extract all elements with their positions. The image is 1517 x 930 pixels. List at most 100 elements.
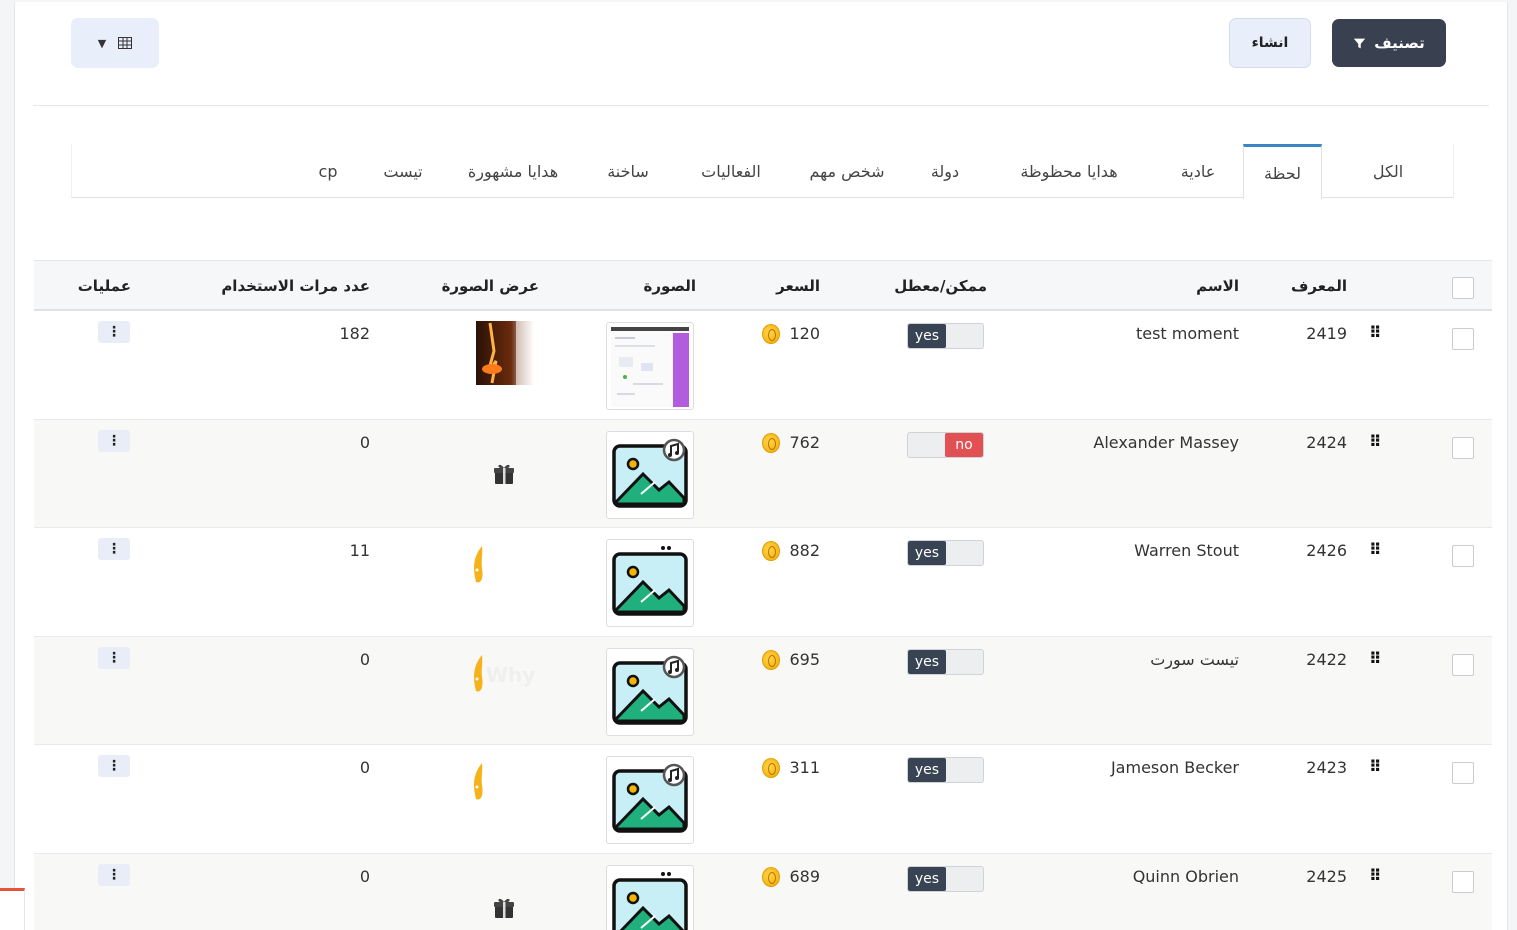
header-name[interactable]: الاسم: [1196, 277, 1239, 295]
status-toggle[interactable]: no: [907, 431, 984, 458]
row-usage-count: 11: [349, 541, 370, 560]
row-name: Quinn Obrien: [1132, 866, 1239, 886]
gifts-table: المعرف الاسم ممكن/معطل السعر الصورة عرض …: [34, 260, 1492, 930]
row-name: تيست سورت: [1150, 649, 1239, 669]
kebab-menu-icon: ⋮: [107, 324, 121, 340]
kebab-menu-icon: ⋮: [107, 758, 121, 774]
coin-icon: [762, 758, 780, 778]
category-tabs: الكل لحظة عادية هدايا محظوظة دولة شخص مه…: [71, 144, 1454, 199]
row-actions-menu[interactable]: ⋮: [98, 321, 130, 343]
filter-button[interactable]: تصنيف: [1332, 19, 1446, 67]
tab-normal[interactable]: عادية: [1153, 144, 1243, 198]
tab-lucky-gifts[interactable]: هدايا محظوظة: [985, 144, 1153, 198]
row-name: Warren Stout: [1134, 541, 1239, 560]
drag-handle-icon[interactable]: ⠿: [1369, 650, 1381, 667]
filter-button-label: تصنيف: [1374, 34, 1425, 52]
row-checkbox[interactable]: [1452, 870, 1474, 893]
tab-famous-gifts[interactable]: هدايا مشهورة: [443, 144, 583, 198]
status-toggle[interactable]: yes: [907, 757, 984, 783]
drag-handle-icon[interactable]: ⠿: [1369, 867, 1381, 884]
gift-preview: [476, 321, 534, 389]
row-actions-menu[interactable]: ⋮: [98, 755, 130, 777]
kebab-menu-icon: ⋮: [107, 541, 121, 557]
row-price: 695: [789, 649, 820, 669]
row-checkbox[interactable]: [1452, 653, 1474, 676]
header-status[interactable]: ممكن/معطل: [894, 277, 987, 295]
drag-handle-icon[interactable]: ⠿: [1369, 433, 1381, 450]
row-name: Jameson Becker: [1110, 758, 1239, 777]
coin-icon: [762, 649, 780, 670]
image-placeholder-icon: [606, 864, 694, 930]
coin-icon: [762, 432, 780, 453]
row-actions-menu[interactable]: ⋮: [98, 863, 130, 886]
gift-icon: [492, 462, 516, 490]
header-image: الصورة: [643, 277, 696, 295]
row-checkbox[interactable]: [1452, 545, 1474, 567]
header-price[interactable]: السعر: [776, 277, 820, 295]
tab-test[interactable]: تيست: [363, 144, 443, 198]
caret-down-icon: ▼: [97, 36, 107, 50]
tab-all[interactable]: الكل: [1323, 144, 1453, 198]
kebab-menu-icon: ⋮: [107, 649, 121, 666]
header-id[interactable]: المعرف: [1291, 277, 1347, 295]
table-grid-icon: [118, 37, 133, 49]
row-price: 311: [789, 758, 820, 777]
coin-icon: [762, 541, 780, 561]
row-name: Alexander Massey: [1093, 432, 1239, 452]
image-placeholder-icon: [606, 647, 694, 736]
row-checkbox[interactable]: [1452, 762, 1474, 784]
row-price: 689: [789, 866, 820, 886]
tab-events[interactable]: الفعاليات: [673, 144, 789, 198]
table-row: ⠿ 2419 test moment yes 120 182 ⋮: [34, 311, 1492, 420]
kebab-menu-icon: ⋮: [107, 432, 121, 449]
view-toggle-button[interactable]: ▼: [71, 18, 159, 68]
preview-overlay-text: Why: [486, 662, 536, 687]
header-actions: عمليات: [77, 277, 131, 295]
kebab-menu-icon: ⋮: [107, 866, 121, 883]
row-actions-menu[interactable]: ⋮: [98, 646, 130, 669]
row-price: 120: [789, 324, 820, 343]
row-checkbox[interactable]: [1452, 436, 1474, 459]
status-toggle-label: yes: [908, 758, 946, 782]
drag-handle-icon[interactable]: ⠿: [1369, 759, 1381, 775]
row-id: 2423: [1306, 758, 1347, 777]
drag-handle-icon[interactable]: ⠿: [1369, 325, 1381, 341]
status-toggle[interactable]: yes: [907, 323, 984, 349]
table-header: المعرف الاسم ممكن/معطل السعر الصورة عرض …: [34, 260, 1492, 311]
tab-moment[interactable]: لحظة: [1243, 144, 1322, 199]
status-toggle-label: yes: [908, 541, 946, 565]
tab-country[interactable]: دولة: [905, 144, 985, 198]
tab-hot[interactable]: ساخنة: [583, 144, 673, 198]
flame-icon: [472, 546, 486, 590]
status-toggle-label: yes: [908, 324, 946, 348]
status-toggle[interactable]: yes: [907, 648, 984, 675]
table-row: ⠿ 2425 Quinn Obrien yes 689 0 ⋮: [34, 853, 1492, 930]
row-id: 2419: [1306, 324, 1347, 343]
row-usage-count: 182: [339, 324, 370, 343]
row-id: 2425: [1306, 866, 1347, 886]
image-placeholder-icon: [606, 539, 694, 627]
status-toggle[interactable]: yes: [907, 540, 984, 566]
row-name: test moment: [1135, 324, 1239, 343]
row-id: 2426: [1306, 541, 1347, 560]
status-toggle[interactable]: yes: [907, 865, 984, 892]
table-row: ⠿ 2423 Jameson Becker yes 311 0 ⋮: [34, 745, 1492, 854]
header-preview: عرض الصورة: [441, 277, 539, 295]
gift-icon: [492, 896, 516, 924]
tab-vip[interactable]: شخص مهم: [789, 144, 905, 198]
select-all-checkbox[interactable]: [1452, 277, 1474, 299]
flame-icon: Why: [472, 654, 535, 699]
create-button[interactable]: انشاء: [1229, 18, 1311, 68]
coin-icon: [762, 866, 780, 887]
table-row: ⠿ 2424 Alexander Massey no 762 0 ⋮: [34, 419, 1492, 528]
debug-bar-tab[interactable]: [0, 888, 25, 930]
coin-icon: [762, 324, 780, 344]
header-usage[interactable]: عدد مرات الاستخدام: [221, 277, 370, 295]
main-panel: تصنيف انشاء ▼ الكل لحظة عادية هدايا محظو…: [14, 2, 1508, 930]
row-checkbox[interactable]: [1452, 328, 1474, 350]
row-actions-menu[interactable]: ⋮: [98, 429, 130, 452]
row-actions-menu[interactable]: ⋮: [98, 538, 130, 560]
drag-handle-icon[interactable]: ⠿: [1369, 542, 1381, 558]
tab-cp[interactable]: cp: [293, 144, 363, 198]
image-placeholder-icon: [606, 430, 694, 519]
